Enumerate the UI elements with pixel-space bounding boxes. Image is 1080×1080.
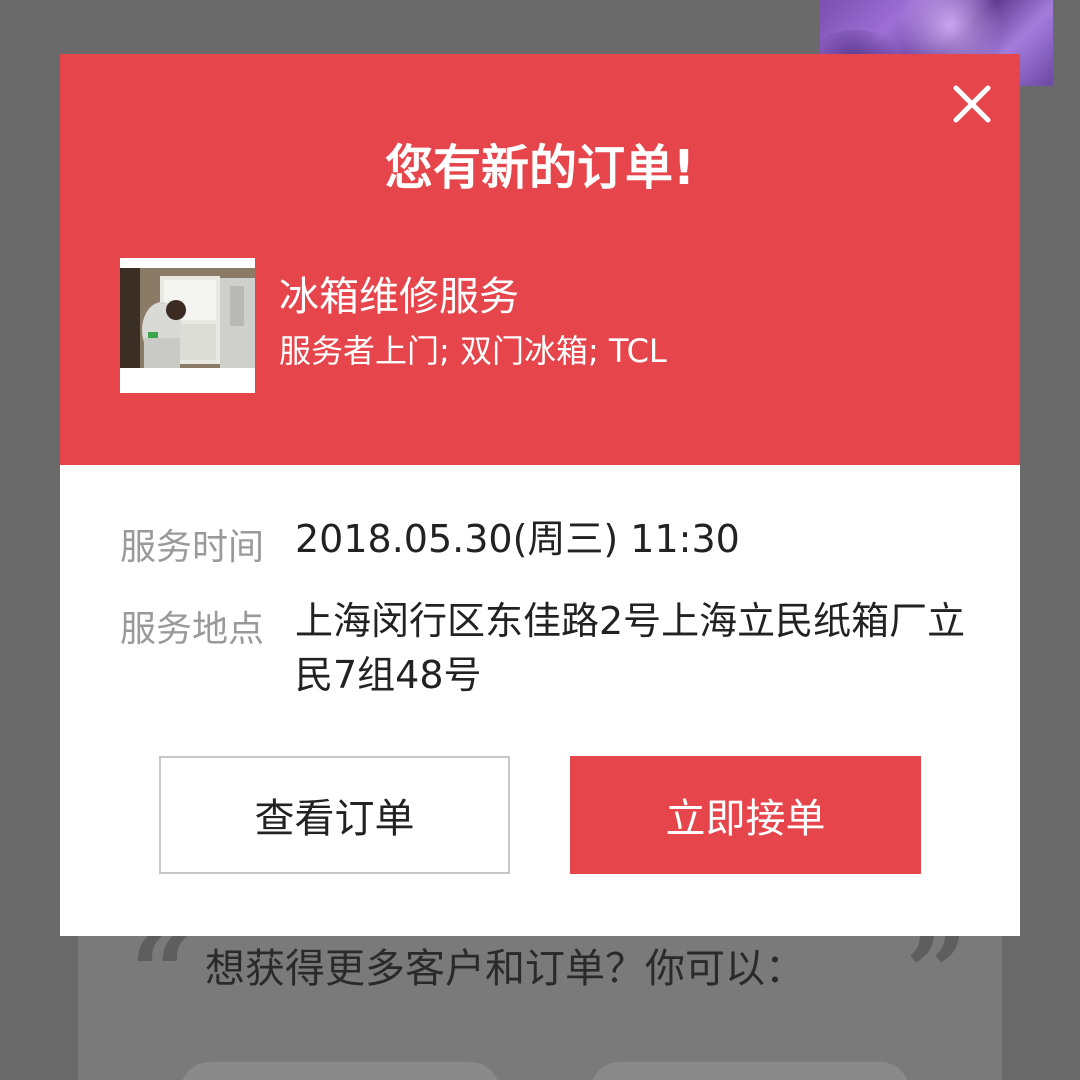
service-time-label: 服务时间	[120, 527, 265, 568]
close-icon[interactable]	[950, 82, 994, 126]
dialog-title: 您有新的订单!	[385, 140, 695, 196]
service-name: 冰箱维修服务	[279, 274, 519, 320]
new-order-dialog: 您有新的订单! 冰箱维修服务 服务者上门; 双门冰箱; TCL 服务时间 201…	[60, 54, 1020, 936]
background-pill-button-left	[180, 1062, 500, 1080]
service-tags: 服务者上门; 双门冰箱; TCL	[279, 332, 667, 370]
background-pill-button-right	[590, 1062, 910, 1080]
service-address-value: 上海闵行区东佳路2号上海立民纸箱厂立民7组48号	[295, 599, 966, 697]
service-time-value: 2018.05.30(周三) 11:30	[295, 517, 740, 561]
service-address-label: 服务地点	[120, 609, 265, 650]
background-prompt-text: 想获得更多客户和订单？你可以：	[205, 946, 805, 992]
accept-order-button[interactable]: 立即接单	[570, 756, 921, 874]
fridge-repair-photo	[120, 258, 255, 393]
dialog-header: 您有新的订单! 冰箱维修服务 服务者上门; 双门冰箱; TCL	[60, 54, 1020, 465]
view-order-button[interactable]: 查看订单	[159, 756, 510, 874]
